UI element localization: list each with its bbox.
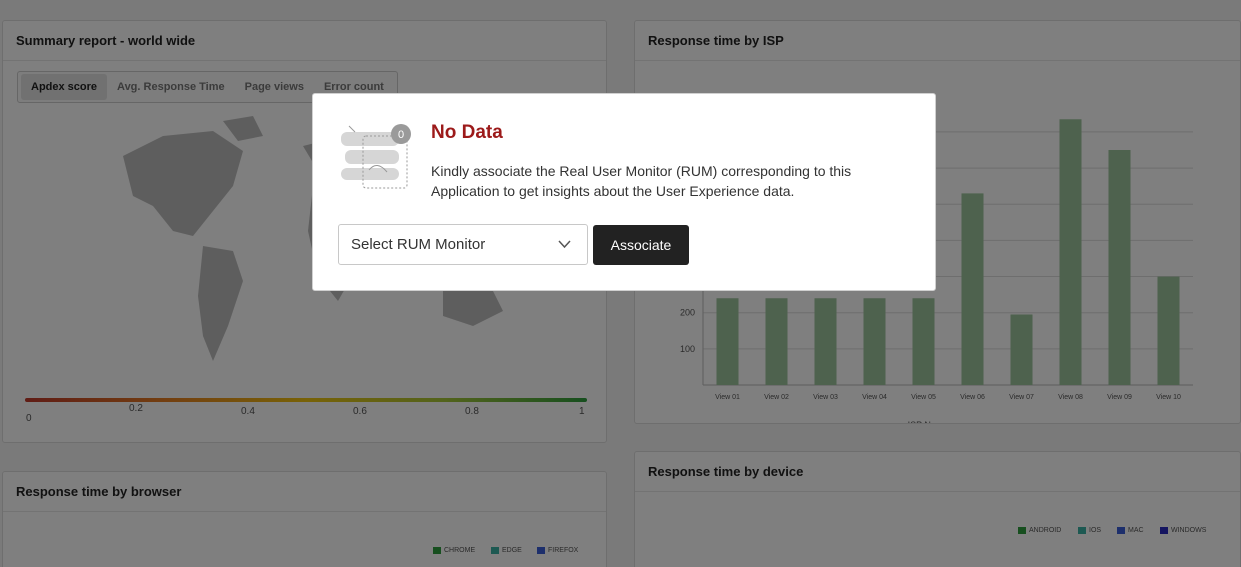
no-data-modal: 0 No Data Kindly associate the Real User… <box>312 93 936 291</box>
chevron-down-icon <box>558 225 571 279</box>
associate-button[interactable]: Associate <box>593 225 689 265</box>
modal-message: Kindly associate the Real User Monitor (… <box>431 163 852 199</box>
no-data-badge: 0 <box>398 129 404 141</box>
modal-title: No Data <box>431 122 503 143</box>
rum-monitor-select[interactable]: Select RUM Monitor <box>338 224 588 265</box>
rum-monitor-select-value: Select RUM Monitor <box>351 236 486 253</box>
no-data-illustration-icon: 0 <box>341 124 411 189</box>
